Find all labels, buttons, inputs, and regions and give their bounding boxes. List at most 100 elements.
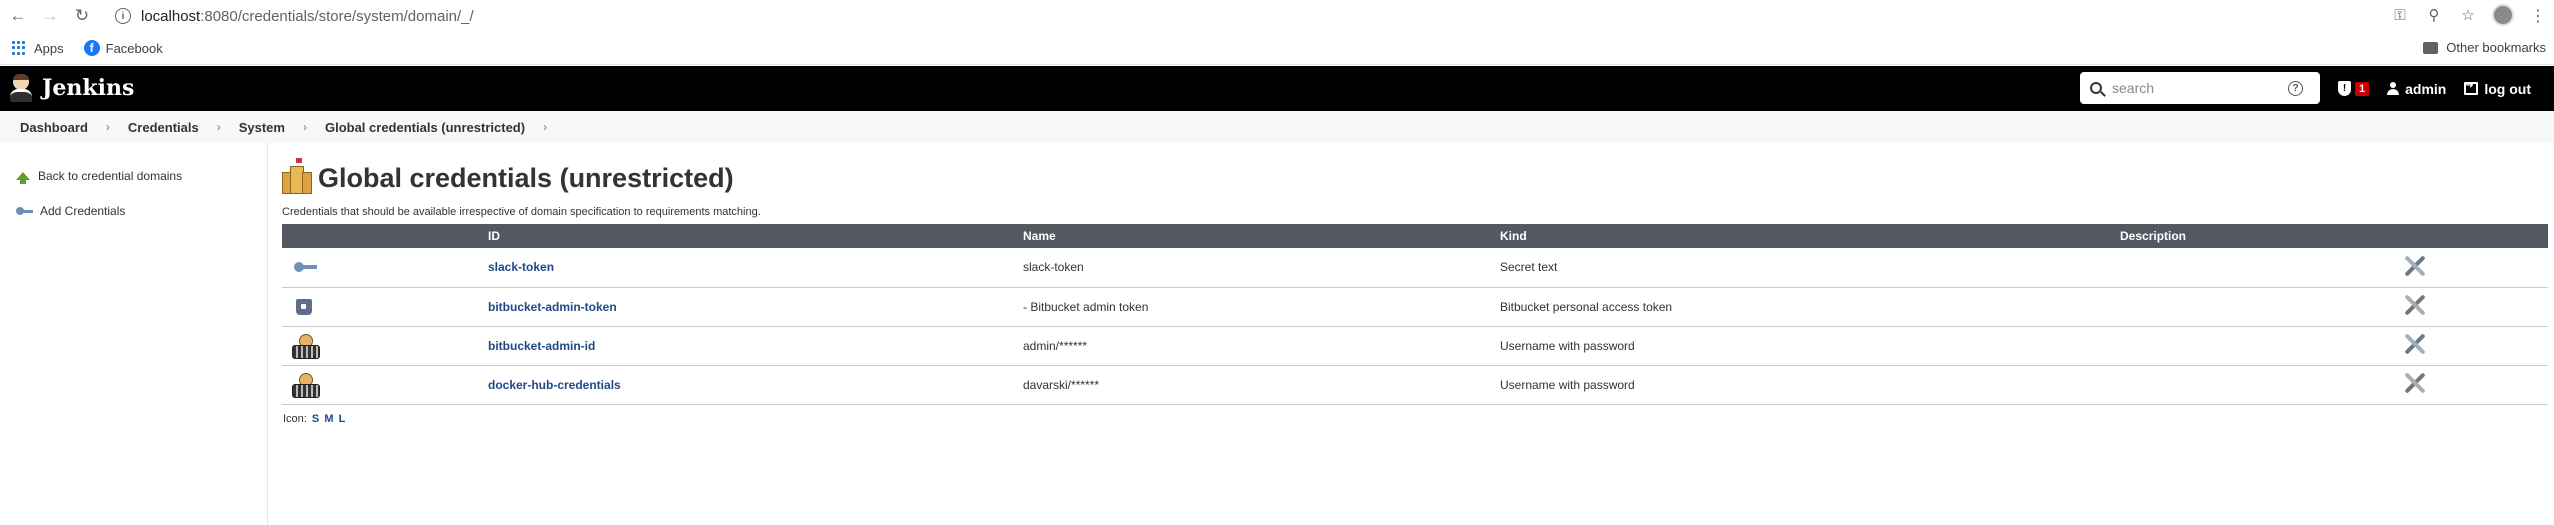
chevron-right-icon: › bbox=[216, 120, 221, 134]
other-bookmarks-label: Other bookmarks bbox=[2446, 40, 2546, 55]
user-icon bbox=[2387, 82, 2400, 95]
user-name: admin bbox=[2405, 80, 2447, 97]
up-arrow-icon bbox=[16, 172, 30, 184]
column-header-name[interactable]: Name bbox=[1023, 224, 1500, 248]
breadcrumb: Dashboard › Credentials › System › Globa… bbox=[0, 111, 2554, 143]
configure-tools-icon[interactable] bbox=[2404, 294, 2426, 316]
credential-kind: Username with password bbox=[1500, 365, 2120, 405]
security-alerts[interactable]: ! 1 bbox=[2338, 81, 2370, 96]
main-panel: Global credentials (unrestricted) Creden… bbox=[282, 143, 2548, 425]
folder-icon bbox=[2423, 41, 2439, 54]
search-icon bbox=[2090, 82, 2102, 94]
logout-icon bbox=[2464, 80, 2479, 95]
jenkins-title: Jenkins bbox=[42, 75, 135, 101]
chevron-right-icon: › bbox=[105, 120, 110, 134]
forward-arrow-icon[interactable]: → bbox=[36, 2, 64, 30]
key-icon[interactable]: ⚿ bbox=[2390, 5, 2410, 25]
credential-kind: Bitbucket personal access token bbox=[1500, 287, 2120, 327]
configure-tools-icon[interactable] bbox=[2404, 333, 2426, 355]
table-row: bitbucket-admin-id admin/****** Username… bbox=[282, 326, 2548, 366]
search-box: ? bbox=[2080, 72, 2320, 104]
add-credentials-link[interactable]: Add Credentials bbox=[0, 200, 267, 222]
icon-size-label: Icon: bbox=[283, 412, 307, 425]
jenkins-header: Jenkins ? ! 1 admin log out bbox=[0, 66, 2554, 111]
chevron-right-icon: › bbox=[302, 120, 307, 134]
zoom-icon[interactable]: ⚲ bbox=[2424, 5, 2444, 25]
bookmark-label: Facebook bbox=[105, 40, 163, 56]
page-description: Credentials that should be available irr… bbox=[282, 206, 761, 218]
credential-id-link[interactable]: docker-hub-credentials bbox=[488, 378, 621, 392]
table-row: docker-hub-credentials davarski/****** U… bbox=[282, 365, 2548, 405]
breadcrumb-system[interactable]: System bbox=[239, 120, 285, 135]
column-header-kind[interactable]: Kind bbox=[1500, 224, 2120, 248]
other-bookmarks[interactable]: Other bookmarks bbox=[2423, 40, 2546, 55]
column-header-icon bbox=[282, 224, 488, 248]
star-icon[interactable]: ☆ bbox=[2458, 5, 2478, 25]
credential-id-link[interactable]: bitbucket-admin-token bbox=[488, 300, 617, 314]
back-to-credential-domains-link[interactable]: Back to credential domains bbox=[0, 165, 267, 187]
key-icon bbox=[294, 262, 318, 273]
search-input[interactable] bbox=[2112, 80, 2282, 96]
bookmark-label: Apps bbox=[34, 40, 64, 56]
help-icon[interactable]: ? bbox=[2288, 80, 2303, 96]
back-arrow-icon[interactable]: ← bbox=[4, 2, 32, 30]
credentials-table: ID Name Kind Description slack-token sla… bbox=[282, 224, 2548, 405]
table-row: bitbucket-admin-token - Bitbucket admin … bbox=[282, 287, 2548, 327]
key-icon bbox=[16, 207, 34, 215]
chevron-right-icon[interactable]: › bbox=[543, 120, 547, 134]
username-password-icon bbox=[292, 333, 320, 359]
jenkins-logo-icon bbox=[10, 74, 32, 102]
logout-link[interactable]: log out bbox=[2464, 80, 2532, 97]
credential-name: admin/****** bbox=[1023, 326, 1500, 366]
address-bar[interactable]: i localhost:8080/credentials/store/syste… bbox=[100, 1, 2480, 31]
icon-size-large[interactable]: L bbox=[339, 413, 346, 425]
castle-icon bbox=[282, 158, 312, 194]
column-header-description[interactable]: Description bbox=[2120, 224, 2385, 248]
bookmark-apps[interactable]: Apps bbox=[12, 41, 64, 56]
configure-tools-icon[interactable] bbox=[2404, 255, 2426, 277]
back-label: Back to credential domains bbox=[38, 169, 183, 183]
breadcrumb-dashboard[interactable]: Dashboard bbox=[20, 120, 88, 135]
side-panel: Back to credential domains Add Credentia… bbox=[0, 143, 268, 525]
url-text[interactable]: localhost:8080/credentials/store/system/… bbox=[141, 8, 474, 25]
reload-icon[interactable]: ↻ bbox=[68, 2, 96, 30]
table-header-row: ID Name Kind Description bbox=[282, 224, 2548, 248]
page-title: Global credentials (unrestricted) bbox=[318, 162, 734, 193]
bitbucket-icon bbox=[296, 298, 312, 315]
credential-id-link[interactable]: bitbucket-admin-id bbox=[488, 339, 595, 353]
bookmark-facebook[interactable]: f Facebook bbox=[76, 40, 163, 56]
credential-description bbox=[2120, 326, 2385, 366]
profile-avatar[interactable] bbox=[2492, 4, 2514, 26]
credential-name: - Bitbucket admin token bbox=[1023, 287, 1500, 327]
add-credentials-label: Add Credentials bbox=[40, 204, 126, 218]
browser-toolbar: ← → ↻ i localhost:8080/credentials/store… bbox=[0, 0, 2554, 32]
alert-count-badge: 1 bbox=[2355, 81, 2370, 96]
credential-description bbox=[2120, 287, 2385, 327]
table-row: slack-token slack-token Secret text bbox=[282, 248, 2548, 288]
credential-description bbox=[2120, 365, 2385, 405]
facebook-icon: f bbox=[83, 40, 100, 56]
apps-grid-icon bbox=[12, 41, 26, 55]
username-password-icon bbox=[292, 372, 320, 398]
configure-tools-icon[interactable] bbox=[2404, 372, 2426, 394]
icon-size-selector: Icon: S M L bbox=[282, 413, 2548, 425]
icon-size-small[interactable]: S bbox=[312, 413, 319, 425]
logout-label: log out bbox=[2484, 80, 2532, 97]
credential-id-link[interactable]: slack-token bbox=[488, 260, 554, 274]
credential-name: davarski/****** bbox=[1023, 365, 1500, 405]
user-link[interactable]: admin bbox=[2387, 81, 2446, 97]
credential-kind: Secret text bbox=[1500, 248, 2120, 288]
shield-icon: ! bbox=[2338, 81, 2351, 96]
icon-size-medium[interactable]: M bbox=[324, 413, 333, 425]
site-info-icon[interactable]: i bbox=[115, 8, 131, 24]
breadcrumb-global-credentials[interactable]: Global credentials (unrestricted) bbox=[325, 120, 525, 135]
page-heading: Global credentials (unrestricted) bbox=[282, 158, 2548, 194]
column-header-id[interactable]: ID bbox=[488, 224, 1023, 248]
jenkins-home-link[interactable]: Jenkins bbox=[10, 74, 134, 102]
credential-description bbox=[2120, 248, 2385, 288]
column-header-actions bbox=[2385, 224, 2548, 248]
browser-menu-icon[interactable]: ⋮ bbox=[2530, 6, 2546, 26]
breadcrumb-credentials[interactable]: Credentials bbox=[128, 120, 199, 135]
bookmarks-bar: Apps f Facebook Other bookmarks bbox=[0, 32, 2554, 65]
credential-name: slack-token bbox=[1023, 248, 1500, 288]
